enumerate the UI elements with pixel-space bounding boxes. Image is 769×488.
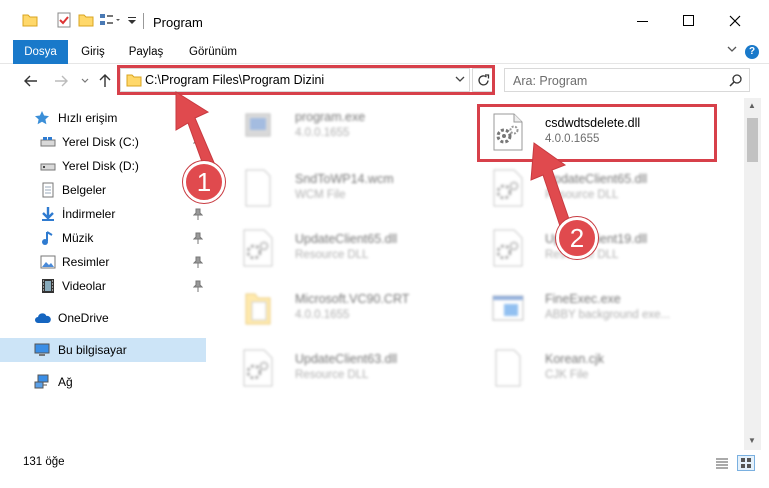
vertical-scrollbar[interactable]: ▲ ▼ — [744, 98, 761, 450]
customize-toolbar-icon[interactable] — [127, 12, 137, 31]
dll-gear-icon — [240, 228, 276, 268]
exe-icon — [240, 106, 276, 146]
sidebar-item-pictures[interactable]: Resimler — [0, 250, 206, 274]
pin-icon[interactable] — [192, 208, 204, 220]
up-button[interactable] — [96, 72, 114, 90]
pin-icon[interactable] — [192, 256, 204, 268]
list-item[interactable]: program.exe 4.0.0.1655 — [230, 98, 475, 154]
title-bar: Program — [0, 0, 769, 40]
list-item[interactable]: UpdateClient65.dll Resource DLL — [480, 160, 725, 216]
folder-icon — [22, 12, 38, 31]
properties-icon[interactable] — [56, 12, 72, 31]
scroll-down-icon[interactable]: ▼ — [748, 436, 756, 445]
pin-icon[interactable] — [192, 136, 204, 148]
exe-window-icon — [490, 288, 526, 328]
title-separator — [143, 13, 144, 29]
drive-icon — [40, 134, 56, 150]
address-bar-highlight — [117, 65, 495, 95]
forward-button[interactable] — [52, 72, 70, 90]
tab-view[interactable]: Görünüm — [181, 40, 245, 64]
folder-icon — [240, 288, 276, 328]
pictures-icon — [40, 254, 56, 270]
close-button[interactable] — [712, 6, 758, 36]
music-icon — [40, 230, 56, 246]
sidebar-item-videos[interactable]: Videolar — [0, 274, 206, 298]
list-item[interactable]: UpdateClient19.dll Resource DLL — [480, 220, 725, 276]
sidebar-item-music[interactable]: Müzik — [0, 226, 206, 250]
list-item[interactable]: FineExec.exe ABBY background exe... — [480, 280, 725, 336]
tab-home[interactable]: Giriş — [73, 40, 113, 64]
window-title: Program — [153, 15, 203, 30]
star-icon — [34, 110, 50, 126]
scroll-up-icon[interactable]: ▲ — [748, 101, 756, 110]
step-badge-1: 1 — [183, 161, 225, 203]
file-icon — [490, 348, 526, 388]
large-icons-view-button[interactable] — [737, 455, 755, 471]
pin-icon[interactable] — [192, 232, 204, 244]
computer-icon — [34, 342, 50, 358]
search-input[interactable]: Ara: Program — [513, 74, 587, 88]
expand-ribbon-icon[interactable] — [727, 44, 737, 57]
list-item[interactable]: UpdateClient65.dll Resource DLL — [230, 220, 475, 276]
item-count: 131 öğe — [23, 456, 65, 468]
maximize-button[interactable] — [666, 6, 712, 36]
ribbon-tabs: Dosya Giriş Paylaş Görünüm ? — [0, 40, 769, 64]
pin-icon[interactable] — [192, 280, 204, 292]
scrollbar-thumb[interactable] — [747, 118, 758, 162]
sidebar-item-local-disk-d[interactable]: Yerel Disk (D:) — [0, 154, 206, 178]
new-folder-icon[interactable] — [78, 12, 94, 31]
sidebar-item-documents[interactable]: Belgeler — [0, 178, 206, 202]
list-item[interactable]: Microsoft.VC90.CRT 4.0.0.1655 — [230, 280, 475, 336]
sidebar-item-network[interactable]: Ağ — [0, 370, 206, 394]
cloud-icon — [34, 310, 51, 326]
sidebar-item-local-disk-c[interactable]: Yerel Disk (C:) — [0, 130, 206, 154]
search-box[interactable]: Ara: Program — [504, 68, 750, 92]
list-item[interactable]: UpdateClient63.dll Resource DLL — [230, 340, 475, 396]
file-icon — [240, 168, 276, 208]
list-item[interactable]: Korean.cjk CJK File — [480, 340, 725, 396]
drive-icon — [40, 158, 56, 174]
search-icon[interactable] — [729, 73, 743, 90]
status-bar: 131 öğe — [0, 450, 769, 474]
bottom-edge — [0, 474, 769, 488]
navigation-pane: Hızlı erişim Yerel Disk (C:) Yerel Disk … — [0, 98, 214, 450]
list-item[interactable]: SndToWP14.wcm WCM File — [230, 160, 475, 216]
documents-icon — [40, 182, 56, 198]
back-button[interactable] — [22, 72, 40, 90]
details-view-button[interactable] — [713, 455, 731, 471]
sidebar-item-quick-access[interactable]: Hızlı erişim — [0, 106, 206, 130]
minimize-button[interactable] — [620, 6, 666, 36]
network-icon — [34, 374, 50, 390]
tab-share[interactable]: Paylaş — [123, 40, 169, 64]
dll-gear-icon — [490, 228, 526, 268]
tab-file[interactable]: Dosya — [13, 40, 68, 64]
file-highlight — [477, 104, 717, 162]
sidebar-item-downloads[interactable]: İndirmeler — [0, 202, 206, 226]
recent-locations-button[interactable] — [76, 72, 94, 90]
sidebar-item-this-pc[interactable]: Bu bilgisayar — [0, 338, 206, 362]
video-icon — [40, 278, 56, 294]
dll-gear-icon — [490, 168, 526, 208]
help-icon[interactable]: ? — [745, 45, 759, 59]
view-options-icon[interactable] — [99, 12, 121, 31]
download-icon — [40, 206, 56, 222]
step-badge-2: 2 — [556, 217, 598, 259]
dll-gear-icon — [240, 348, 276, 388]
sidebar-item-onedrive[interactable]: OneDrive — [0, 306, 206, 330]
